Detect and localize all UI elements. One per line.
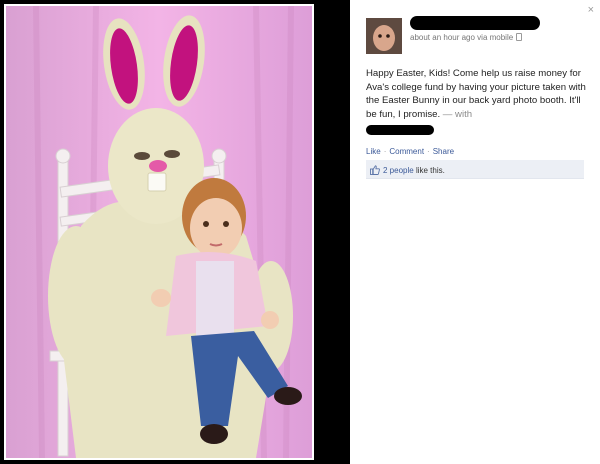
post-meta: about an hour ago via mobile bbox=[410, 33, 523, 42]
redacted-tagged-name bbox=[366, 125, 434, 135]
like-button[interactable]: Like bbox=[366, 147, 381, 156]
close-icon[interactable]: × bbox=[588, 4, 594, 16]
redacted-author-name bbox=[410, 16, 540, 30]
photo-frame bbox=[4, 4, 314, 460]
thumbs-up-icon bbox=[370, 165, 380, 175]
share-button[interactable]: Share bbox=[433, 147, 454, 156]
post-text: Happy Easter, Kids! Come help us raise m… bbox=[366, 68, 586, 120]
post-panel: × about an hour ago via mobile Happy Eas… bbox=[350, 0, 600, 464]
photo-viewer: × about an hour ago via mobile Happy Eas… bbox=[0, 0, 600, 464]
likers-link[interactable]: 2 people bbox=[383, 166, 414, 175]
with-label: — with bbox=[442, 108, 473, 120]
avatar[interactable] bbox=[366, 18, 402, 54]
likes-suffix: like this. bbox=[415, 166, 445, 175]
mobile-phone-icon bbox=[516, 33, 523, 41]
post-message: Happy Easter, Kids! Come help us raise m… bbox=[366, 67, 590, 121]
photo-area bbox=[0, 0, 318, 464]
post-timestamp[interactable]: about an hour ago via mobile bbox=[410, 33, 513, 42]
post-actions: Like · Comment · Share bbox=[366, 147, 454, 156]
likes-summary: 2 people like this. bbox=[366, 160, 584, 179]
avatar-image bbox=[366, 18, 402, 54]
action-separator: · bbox=[427, 147, 430, 156]
easter-bunny-photo[interactable] bbox=[6, 6, 312, 458]
comment-button[interactable]: Comment bbox=[389, 147, 424, 156]
